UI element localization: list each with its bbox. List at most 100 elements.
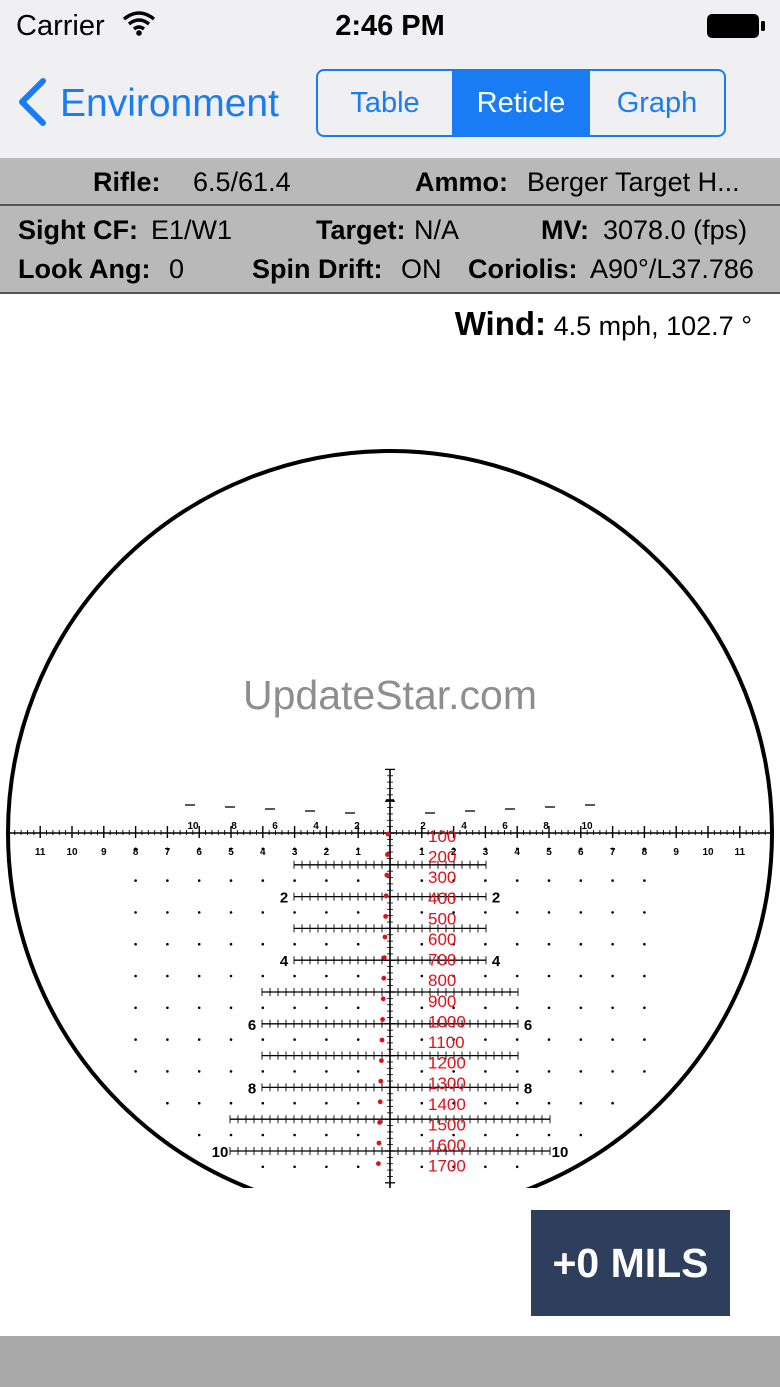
holdover-dot <box>420 1070 424 1073</box>
holdover-dot <box>229 847 233 851</box>
holdover-dot <box>579 879 583 882</box>
holdover-dot <box>134 879 137 882</box>
holdover-dot <box>611 942 614 946</box>
environment-info-row: Sight CF: E1/W1 Target: N/A MV: 3078.0 (… <box>0 206 780 294</box>
holdover-dot <box>420 942 424 946</box>
holdover-dot <box>356 974 360 978</box>
holdover-dot <box>356 911 360 914</box>
holdover-dot <box>134 1006 137 1010</box>
holdover-dot <box>134 1070 137 1073</box>
holdover-dot <box>134 911 137 914</box>
ammo-label: Ammo: <box>415 167 508 197</box>
range-label: 300 <box>428 868 456 887</box>
upper-mil-label: 8 <box>543 821 549 832</box>
holdover-dot <box>197 974 201 978</box>
holdover-dot <box>420 847 424 851</box>
holdover-dot <box>325 1070 328 1073</box>
holdover-dot <box>229 1133 233 1137</box>
holdover-dot <box>643 911 646 914</box>
holdover-dot <box>325 1133 328 1137</box>
ladder-side-label-left: 2 <box>280 890 288 907</box>
range-dot <box>376 1140 382 1146</box>
holdover-dot <box>643 1006 646 1010</box>
holdover-dot <box>579 911 583 914</box>
holdover-dot <box>197 911 201 914</box>
holdover-dot <box>547 1006 551 1010</box>
holdover-dot <box>547 942 551 946</box>
holdover-dot <box>293 1133 296 1137</box>
holdover-dot <box>547 1101 551 1105</box>
holdover-dot <box>197 942 201 946</box>
holdover-dot <box>197 1070 201 1073</box>
holdover-dot <box>579 847 583 851</box>
range-label: 1200 <box>428 1054 466 1073</box>
range-label: 1400 <box>428 1095 466 1114</box>
holdover-dot <box>356 1038 360 1041</box>
holdover-dot <box>325 1006 328 1010</box>
holdover-dot <box>166 942 169 946</box>
holdover-dot <box>420 1165 424 1169</box>
holdover-dot <box>547 1038 551 1041</box>
holdover-dot <box>166 1070 169 1073</box>
holdover-dot <box>515 1006 519 1010</box>
holdover-dot <box>484 1006 487 1010</box>
holdover-dot <box>484 1165 487 1169</box>
holdover-dot <box>420 911 424 914</box>
range-dot <box>379 1037 385 1043</box>
holdover-dot <box>579 942 583 946</box>
holdover-dot <box>325 911 328 914</box>
reticle-view[interactable]: 10 8 6 4 2 2 4 6 8 10 11 10 9 8 7 6 5 4 3 2 1 1 2 3 4 5 6 7 8 9 10 11 2 2… <box>0 440 780 1200</box>
tab-table[interactable]: Table <box>318 71 454 135</box>
holdover-dot <box>356 1006 360 1010</box>
holdover-dot <box>579 1006 583 1010</box>
range-label: 400 <box>428 889 456 908</box>
holdover-dot <box>547 1133 551 1137</box>
range-label: 200 <box>428 848 456 867</box>
lower-mil-label: 11 <box>35 847 46 858</box>
range-dot <box>384 872 390 878</box>
holdover-dot <box>547 879 551 882</box>
holdover-dot <box>611 1006 614 1010</box>
holdover-dot <box>261 1133 265 1137</box>
view-segmented-control: Table Reticle Graph <box>316 69 726 137</box>
range-label: 1100 <box>428 1033 465 1052</box>
reticle-svg: 10 8 6 4 2 2 4 6 8 1011 10 9 8 7 6 5 4 3 2 1 1 2 3 4 5 6 7 8 9 10 112 2… <box>6 449 774 1188</box>
mils-adjust-button[interactable]: +0 MILS <box>531 1210 730 1316</box>
back-label: Environment <box>60 82 279 125</box>
holdover-dot <box>293 1070 296 1073</box>
tab-graph[interactable]: Graph <box>590 71 724 135</box>
holdover-dot <box>261 1070 265 1073</box>
holdover-dot <box>484 911 487 914</box>
holdover-dot <box>197 847 201 851</box>
holdover-dot <box>229 911 233 914</box>
holdover-dot <box>229 1101 233 1105</box>
back-button[interactable]: Environment <box>16 76 279 132</box>
wind-value: 4.5 mph, 102.7 ° <box>553 311 752 341</box>
upper-mil-label: 10 <box>187 821 199 832</box>
target-label: Target: <box>316 215 406 245</box>
holdover-dot <box>484 1070 487 1073</box>
holdover-dot <box>484 942 487 946</box>
holdover-dot <box>484 1133 487 1137</box>
range-label: 900 <box>428 992 456 1011</box>
holdover-dot <box>229 879 233 882</box>
holdover-dot <box>420 879 424 882</box>
holdover-dot <box>484 879 487 882</box>
ladder-side-label-right: 6 <box>524 1017 532 1034</box>
holdover-dot <box>611 1038 614 1041</box>
holdover-dot <box>261 1165 265 1169</box>
tab-reticle[interactable]: Reticle <box>454 71 590 135</box>
range-dot <box>385 831 391 837</box>
holdover-dot <box>579 1070 583 1073</box>
holdover-dot <box>293 1006 296 1010</box>
coriolis-label: Coriolis: <box>468 254 578 284</box>
holdover-dot <box>293 847 296 851</box>
holdover-dot <box>420 1133 424 1137</box>
holdover-dot <box>261 1006 265 1010</box>
holdover-dot <box>611 1070 614 1073</box>
ammo-value: Berger Target H... <box>527 167 740 197</box>
holdover-dot <box>229 1006 233 1010</box>
holdover-dot <box>293 879 296 882</box>
holdover-dot <box>643 879 646 882</box>
battery-icon <box>706 13 766 39</box>
